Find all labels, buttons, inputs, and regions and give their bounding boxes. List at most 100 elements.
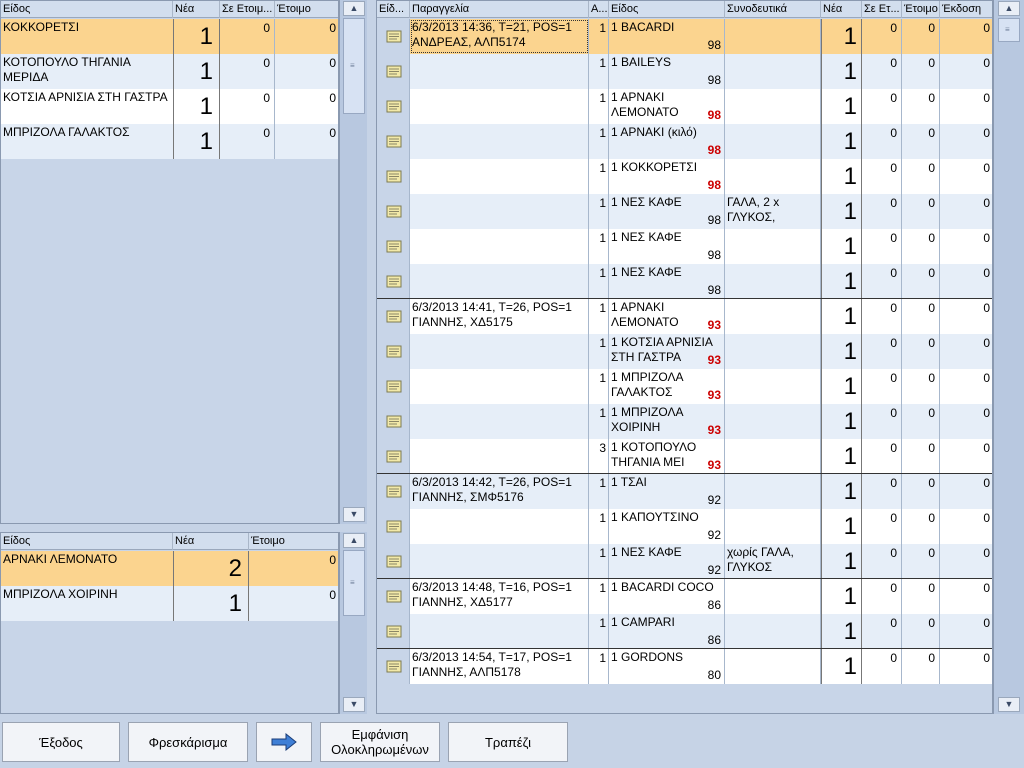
table-row[interactable]: 6/3/2013 14:54, T=17, POS=1 ΓΙΑΝΝΗΣ, ΑΛΠ5… (377, 649, 992, 684)
scroll-thumb[interactable]: ≡ (998, 18, 1020, 42)
table-row[interactable]: 11 ΝΕΣ ΚΑΦΕ 98 1 0 0 0 (377, 264, 992, 299)
row-icon-cell[interactable] (377, 19, 410, 54)
header-order[interactable]: Παραγγελία (410, 1, 589, 18)
table-row[interactable]: ΚΟΤΟΠΟΥΛΟ ΤΗΓΑΝΙΑ ΜΕΡΙΔΑ 1 0 0 (1, 54, 338, 89)
header-item[interactable]: Είδος (1, 533, 173, 550)
table-row[interactable]: 11 ΑΡΝΑΚΙ (κιλό) 98 1 0 0 0 (377, 124, 992, 159)
row-icon-cell[interactable] (377, 229, 410, 264)
row-icon-cell[interactable] (377, 369, 410, 404)
left-top-scrollbar[interactable]: ▲ ≡ ▼ (339, 0, 367, 524)
row-icon-cell[interactable] (377, 649, 410, 684)
table-row[interactable]: 6/3/2013 14:42, T=26, POS=1 ΓΙΑΝΝΗΣ, ΣΜΦ5… (377, 474, 992, 509)
show-completed-button[interactable]: Εμφάνιση Ολοκληρωμένων (320, 722, 440, 762)
table-row[interactable]: 6/3/2013 14:41, T=26, POS=1 ΓΙΑΝΝΗΣ, ΧΔ51… (377, 299, 992, 334)
order-line-2 (410, 160, 588, 161)
row-icon-cell[interactable] (377, 544, 410, 579)
table-row[interactable]: 11 CAMPARI 86 1 0 0 0 (377, 614, 992, 649)
scroll-thumb[interactable]: ≡ (343, 550, 365, 616)
table-row[interactable]: ΚΟΚΚΟΡΕΤΣΙ 1 0 0 (1, 19, 338, 54)
header-ready[interactable]: Έτοιμο (902, 1, 940, 18)
sides-line-2 (725, 405, 820, 406)
scroll-up-icon[interactable]: ▲ (998, 1, 1020, 16)
header-item[interactable]: Είδος (1, 1, 173, 18)
order-cell (410, 159, 589, 194)
show-completed-label-1: Εμφάνιση (351, 727, 409, 742)
row-icon-cell[interactable] (377, 194, 410, 229)
issue-count: 0 (983, 406, 990, 420)
a-count: 1 (589, 159, 609, 194)
row-icon-cell[interactable] (377, 614, 410, 649)
item-code: 98 (707, 178, 721, 192)
left-bottom-scrollbar[interactable]: ▲ ≡ ▼ (339, 532, 367, 714)
row-icon-cell[interactable] (377, 299, 410, 334)
table-row[interactable]: 6/3/2013 14:36, T=21, POS=1 ΑΝΔΡΕΑΣ, ΑΛΠ5… (377, 19, 992, 54)
table-row[interactable]: 11 BAILEYS 98 1 0 0 0 (377, 54, 992, 89)
header-new[interactable]: Νέα (821, 1, 862, 18)
table-row[interactable]: 11 ΚΑΠΟΥΤΣΙΝΟ 92 1 0 0 0 (377, 509, 992, 544)
table-row[interactable]: 11 ΜΠΡΙΖΟΛΑ ΓΑΛΑΚΤΟΣ 93 1 0 0 0 (377, 369, 992, 404)
scroll-down-icon[interactable]: ▼ (343, 697, 365, 712)
table-row[interactable]: 11 ΝΕΣ ΚΑΦΕ 98 ΓΑΛΑ, 2 x ΓΛΥΚΟΣ, 1 0 0 0 (377, 194, 992, 229)
issue-count: 0 (983, 21, 990, 35)
row-icon-cell[interactable] (377, 264, 410, 299)
row-icon-cell[interactable] (377, 89, 410, 124)
row-icon-cell[interactable] (377, 439, 410, 474)
table-row[interactable]: 31 ΚΟΤΟΠΟΥΛΟ ΤΗΓΑΝΙΑ ΜΕΙ 93 1 0 0 0 (377, 439, 992, 474)
item-cell: 1 ΚΑΠΟΥΤΣΙΝΟ 92 (609, 509, 725, 544)
table-row[interactable]: 6/3/2013 14:48, T=16, POS=1 ΓΙΑΝΝΗΣ, ΧΔ51… (377, 579, 992, 614)
row-icon-cell[interactable] (377, 404, 410, 439)
table-row[interactable]: 11 ΝΕΣ ΚΑΦΕ 92 χωρίς ΓΑΛΑ, ΓΛΥΚΟΣ 1 0 0 0 (377, 544, 992, 579)
item-line-1: 1 ΚΑΠΟΥΤΣΙΝΟ (611, 510, 699, 524)
table-row[interactable]: ΜΠΡΙΖΟΛΑ ΧΟΙΡΙΝΗ 1 0 (1, 586, 338, 621)
row-icon-cell[interactable] (377, 124, 410, 159)
orders-scrollbar[interactable]: ▲ ≡ ▼ (993, 0, 1024, 714)
header-issue[interactable]: Έκδοση (940, 1, 992, 18)
table-row[interactable]: 11 ΚΟΤΣΙΑ ΑΡΝΙΣΙΑ ΣΤΗ ΓΑΣΤΡΑ 93 1 0 0 0 (377, 334, 992, 369)
header-prep[interactable]: Σε Ετοιμ... (220, 1, 275, 18)
scroll-up-icon[interactable]: ▲ (343, 533, 365, 548)
table-row[interactable]: ΜΠΡΙΖΟΛΑ ΓΑΛΑΚΤΟΣ 1 0 0 (1, 124, 338, 159)
refresh-button[interactable]: Φρεσκάρισμα (128, 722, 248, 762)
exit-button[interactable]: Έξοδος (2, 722, 120, 762)
new-count: 1 (821, 89, 862, 124)
header-ready[interactable]: Έτοιμο (275, 1, 338, 18)
note-icon (386, 310, 402, 323)
table-button[interactable]: Τραπέζι (448, 722, 568, 762)
item-name: ΜΠΡΙΖΟΛΑ ΧΟΙΡΙΝΗ (3, 587, 118, 601)
table-row[interactable]: 11 ΜΠΡΙΖΟΛΑ ΧΟΙΡΙΝΗ 93 1 0 0 0 (377, 404, 992, 439)
row-icon-cell[interactable] (377, 509, 410, 544)
header-a[interactable]: Α... (589, 1, 609, 18)
scroll-up-icon[interactable]: ▲ (343, 1, 365, 16)
scroll-down-icon[interactable]: ▼ (998, 697, 1020, 712)
scroll-down-icon[interactable]: ▼ (343, 507, 365, 522)
row-icon-cell[interactable] (377, 334, 410, 369)
order-line-2: ΓΙΑΝΝΗΣ, ΧΔ5175 (412, 315, 513, 329)
order-cell: 6/3/2013 14:42, T=26, POS=1 ΓΙΑΝΝΗΣ, ΣΜΦ5… (410, 474, 589, 509)
item-cell: 1 ΚΟΤΣΙΑ ΑΡΝΙΣΙΑ ΣΤΗ ΓΑΣΤΡΑ 93 (609, 334, 725, 369)
sides-line-2 (725, 510, 820, 511)
row-icon-cell[interactable] (377, 159, 410, 194)
header-sides[interactable]: Συνοδευτικά (725, 1, 821, 18)
arrow-button[interactable] (256, 722, 312, 762)
row-icon-cell[interactable] (377, 54, 410, 89)
header-ready[interactable]: Έτοιμο (249, 533, 338, 550)
left-top-grid: Είδος Νέα Σε Ετοιμ... Έτοιμο ΚΟΚΚΟΡΕΤΣΙ 1… (0, 0, 339, 524)
table-row[interactable]: 11 ΝΕΣ ΚΑΦΕ 98 1 0 0 0 (377, 229, 992, 264)
order-line-1: 6/3/2013 14:54, T=17, POS=1 (412, 650, 572, 664)
table-row[interactable]: ΚΟΤΣΙΑ ΑΡΝΙΣΙΑ ΣΤΗ ΓΑΣΤΡΑ 1 0 0 (1, 89, 338, 124)
header-item[interactable]: Είδος (609, 1, 725, 18)
header-new[interactable]: Νέα (173, 533, 249, 550)
table-row[interactable]: ΑΡΝΑΚΙ ΛΕΜΟΝΑΤΟ 2 0 (1, 551, 338, 586)
header-prep[interactable]: Σε Ετ... (862, 1, 902, 18)
item-code: 93 (707, 353, 721, 367)
order-cell: 6/3/2013 14:41, T=26, POS=1 ΓΙΑΝΝΗΣ, ΧΔ51… (410, 299, 589, 334)
item-code: 98 (707, 38, 721, 52)
header-icon-col[interactable]: Είδ... (377, 1, 410, 18)
header-new[interactable]: Νέα (173, 1, 220, 18)
table-row[interactable]: 11 ΑΡΝΑΚΙ ΛΕΜΟΝΑΤΟ 98 1 0 0 0 (377, 89, 992, 124)
row-icon-cell[interactable] (377, 579, 410, 614)
table-row[interactable]: 11 ΚΟΚΚΟΡΕΤΣΙ 98 1 0 0 0 (377, 159, 992, 194)
scroll-thumb[interactable]: ≡ (343, 18, 365, 114)
row-icon-cell[interactable] (377, 474, 410, 509)
item-code: 93 (707, 458, 721, 472)
